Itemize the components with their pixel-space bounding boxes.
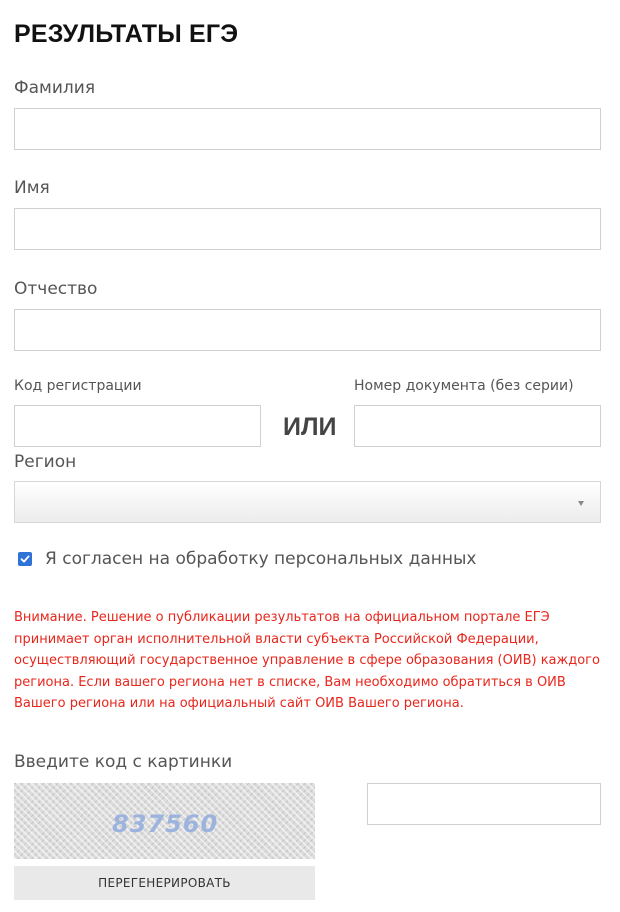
- consent-label: Я согласен на обработку персональных дан…: [45, 549, 477, 569]
- captcha-code-text: 837560: [112, 810, 219, 838]
- checkmark-icon: [20, 555, 30, 563]
- document-number-label: Номер документа (без серии): [354, 378, 574, 394]
- surname-label: Фамилия: [14, 78, 96, 98]
- consent-row[interactable]: Я согласен на обработку персональных дан…: [18, 549, 476, 569]
- registration-code-label: Код регистрации: [14, 378, 142, 394]
- region-label: Регион: [14, 452, 77, 472]
- registration-code-input[interactable]: [14, 405, 261, 447]
- document-number-input[interactable]: [354, 405, 601, 447]
- captcha-image: 837560: [14, 783, 315, 859]
- warning-notice: Внимание. Решение о публикации результат…: [14, 610, 600, 711]
- patronymic-label: Отчество: [14, 279, 98, 299]
- page-title: РЕЗУЛЬТАТЫ ЕГЭ: [14, 20, 239, 48]
- patronymic-input[interactable]: [14, 309, 601, 351]
- captcha-label: Введите код с картинки: [14, 752, 233, 772]
- or-separator: ИЛИ: [283, 413, 337, 441]
- chevron-down-icon: [578, 501, 584, 506]
- captcha-input[interactable]: [367, 783, 601, 825]
- region-select[interactable]: [14, 481, 601, 523]
- regenerate-button[interactable]: ПЕРЕГЕНЕРИРОВАТЬ: [14, 866, 315, 900]
- consent-checkbox[interactable]: [18, 552, 32, 566]
- name-input[interactable]: [14, 208, 601, 250]
- name-label: Имя: [14, 178, 50, 198]
- surname-input[interactable]: [14, 108, 601, 150]
